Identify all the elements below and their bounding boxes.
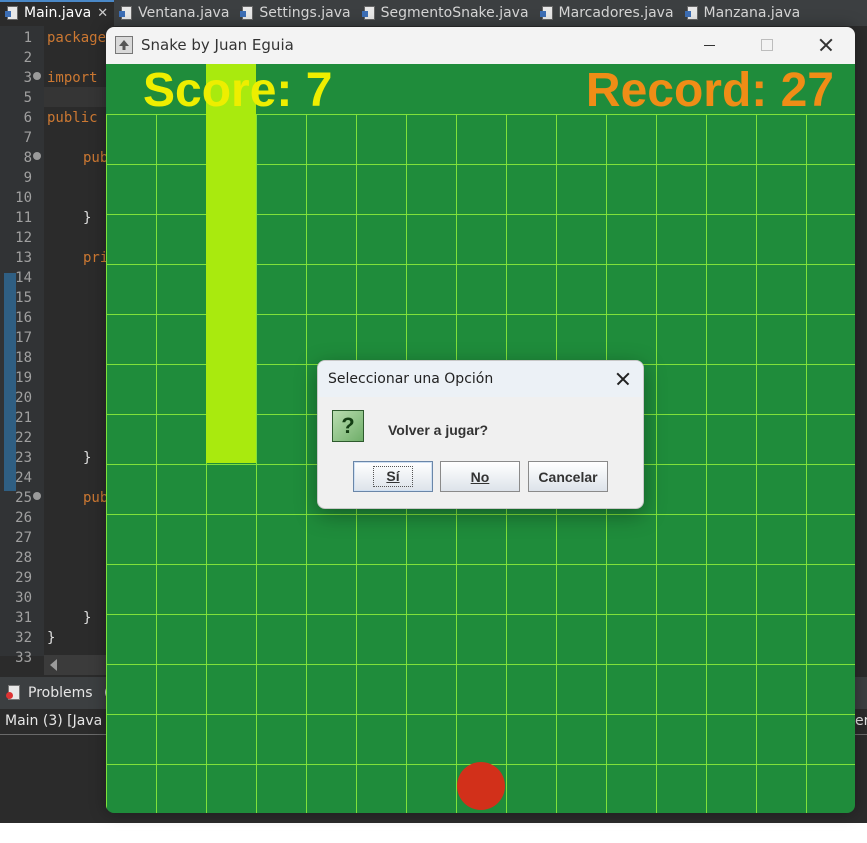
tab-segmentosnake-java[interactable]: SegmentoSnake.java <box>357 0 535 26</box>
line-numbers: 1 2 3 5 6 7 8 9 10 11 12 13 14 15 16 17 18 19 20 21 22 23 24 25… <box>0 28 44 668</box>
line-number: 21 <box>15 410 32 426</box>
minimize-button[interactable] <box>680 27 738 64</box>
code-line: } <box>83 610 92 626</box>
code-line: } <box>83 450 92 466</box>
code-line: } <box>47 630 56 646</box>
line-number: 27 <box>15 530 32 546</box>
console-process-label: Main (3) [Java A <box>5 713 117 729</box>
score-label: Score: 7 <box>143 64 333 117</box>
fold-icon[interactable] <box>33 152 41 160</box>
dialog-title-bar[interactable]: Seleccionar una Opción <box>318 361 643 397</box>
line-number: 14 <box>15 270 32 286</box>
java-file-icon <box>5 6 18 20</box>
tab-label: SegmentoSnake.java <box>380 5 529 21</box>
code-line: pri <box>83 250 109 266</box>
code-line: import <box>47 70 98 86</box>
tab-label: Marcadores.java <box>558 5 674 21</box>
tab-manzana-java[interactable]: Manzana.java <box>680 0 807 26</box>
line-number: 6 <box>23 110 32 126</box>
yes-button-label: Sí <box>373 466 413 487</box>
line-number: 11 <box>15 210 32 226</box>
line-number: 31 <box>15 610 32 626</box>
fold-icon[interactable] <box>33 72 41 80</box>
scroll-left-icon[interactable] <box>50 659 57 671</box>
maximize-button[interactable] <box>738 27 796 64</box>
java-file-icon <box>684 6 698 20</box>
horizontal-scrollbar[interactable] <box>44 655 106 675</box>
line-number: 23 <box>15 450 32 466</box>
console-right-fragment: er <box>855 713 867 729</box>
line-number: 1 <box>23 30 32 46</box>
yes-button[interactable]: Sí <box>353 461 433 492</box>
line-number: 15 <box>15 290 32 306</box>
window-title: Snake by Juan Eguia <box>141 36 294 54</box>
code-line: package <box>47 30 107 46</box>
problems-icon <box>6 685 20 701</box>
tab-main-java[interactable]: Main.java ✕ <box>0 0 115 26</box>
apple <box>457 762 505 810</box>
line-number: 5 <box>23 90 32 106</box>
line-number: 24 <box>15 470 32 486</box>
line-number: 26 <box>15 510 32 526</box>
line-number: 32 <box>15 630 32 646</box>
line-number: 30 <box>15 590 32 606</box>
line-number: 20 <box>15 390 32 406</box>
line-number: 18 <box>15 350 32 366</box>
line-number: 13 <box>15 250 32 266</box>
line-number: 12 <box>15 230 32 246</box>
line-number: 7 <box>23 130 32 146</box>
record-label: Record: 27 <box>585 64 834 117</box>
tab-label: Ventana.java <box>138 5 230 21</box>
tab-ventana-java[interactable]: Ventana.java <box>114 0 235 26</box>
line-number: 2 <box>23 50 32 66</box>
replay-dialog[interactable]: Seleccionar una Opción ? Volver a jugar?… <box>317 360 644 509</box>
dialog-title: Seleccionar una Opción <box>328 371 494 387</box>
java-app-icon <box>115 36 133 54</box>
line-number: 29 <box>15 570 32 586</box>
dialog-message: Volver a jugar? <box>388 422 489 438</box>
line-number: 17 <box>15 330 32 346</box>
no-button[interactable]: No <box>440 461 520 492</box>
line-number: 33 <box>15 650 32 666</box>
snake-body <box>206 64 256 463</box>
code-line: pub <box>83 150 109 166</box>
tab-settings-java[interactable]: Settings.java <box>235 0 356 26</box>
line-number: 28 <box>15 550 32 566</box>
line-number: 10 <box>15 190 32 206</box>
close-button[interactable] <box>796 27 854 64</box>
editor-tab-bar: Main.java ✕ Ventana.java Settings.java S… <box>0 0 867 26</box>
tab-problems-label: Problems <box>28 685 93 701</box>
cancel-button-label: Cancelar <box>538 468 598 485</box>
java-file-icon <box>361 6 375 20</box>
tab-label: Main.java <box>24 5 92 21</box>
line-number: 9 <box>23 170 32 186</box>
tab-problems[interactable]: Problems <box>6 685 93 701</box>
code-line: pub <box>83 490 109 506</box>
line-number: 22 <box>15 430 32 446</box>
code-line: } <box>83 210 92 226</box>
java-file-icon <box>240 6 254 20</box>
line-number: 16 <box>15 310 32 326</box>
tab-label: Settings.java <box>259 5 351 21</box>
tab-close-icon[interactable]: ✕ <box>97 6 108 21</box>
tab-marcadores-java[interactable]: Marcadores.java <box>535 0 680 26</box>
java-file-icon <box>539 6 553 20</box>
window-title-bar[interactable]: Snake by Juan Eguia <box>106 27 855 64</box>
java-file-icon <box>119 6 133 20</box>
code-line: public <box>47 110 98 126</box>
question-icon: ? <box>332 410 364 442</box>
line-number: 19 <box>15 370 32 386</box>
current-line-highlight <box>44 87 106 107</box>
tab-label: Manzana.java <box>703 5 801 21</box>
no-button-label: No <box>470 468 490 485</box>
dialog-close-icon[interactable] <box>615 371 631 387</box>
cancel-button[interactable]: Cancelar <box>528 461 608 492</box>
fold-icon[interactable] <box>33 492 41 500</box>
